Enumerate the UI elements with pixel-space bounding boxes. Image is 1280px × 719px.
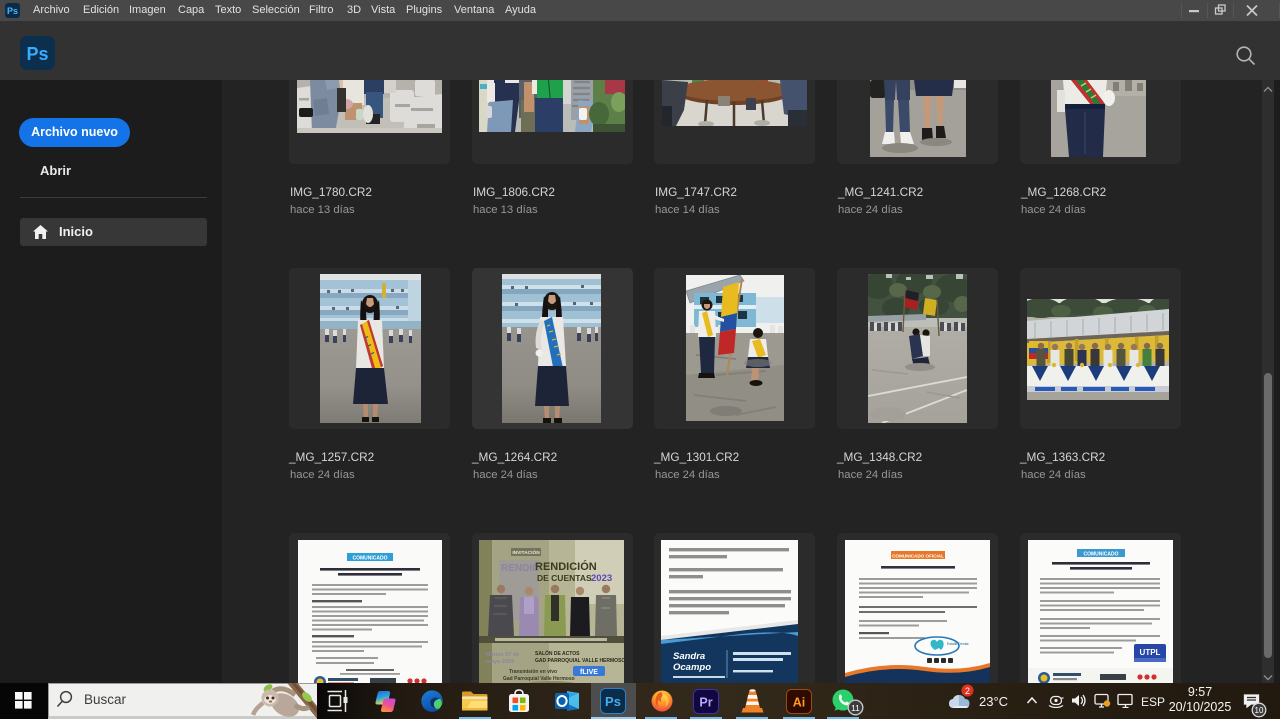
svg-text:GAD PARROQUIAL VALLE HERMOSO: GAD PARROQUIAL VALLE HERMOSO [535,658,624,664]
svg-text:Martes 07 de: Martes 07 de [486,652,519,658]
svg-text:Ps: Ps [26,44,48,64]
svg-text:DE CUENTAS: DE CUENTAS [537,573,592,583]
svg-text:Pr: Pr [699,696,712,710]
svg-text:10: 10 [1255,706,1264,715]
svg-text:Estalik Dental: Estalik Dental [947,642,969,646]
svg-text:2: 2 [965,686,970,696]
svg-text:Ai: Ai [793,696,806,710]
svg-text:Sandra: Sandra [673,651,705,662]
svg-text:RENDICIÓN: RENDICIÓN [535,560,597,573]
svg-text:Ps: Ps [605,694,621,709]
svg-text:COMUNICADO: COMUNICADO [353,556,388,562]
svg-text:RENDIC: RENDIC [501,563,539,574]
svg-text:Transmisión en vivo: Transmisión en vivo [509,669,557,675]
svg-text:2023: 2023 [591,573,612,584]
svg-text:COMUNICADO: COMUNICADO [1084,552,1119,558]
svg-text:mayo 2025: mayo 2025 [486,659,514,665]
svg-text:Ps: Ps [7,6,18,16]
svg-text:COMUNICADO OFICIAL: COMUNICADO OFICIAL [892,554,944,559]
svg-text:SALÓN DE ACTOS: SALÓN DE ACTOS [535,649,580,657]
svg-text:Ocampo: Ocampo [673,662,711,673]
svg-text:fLIVE: fLIVE [580,669,598,676]
svg-text:Gad Parroquial Valle Hermoso: Gad Parroquial Valle Hermoso [503,676,575,682]
svg-text:UTPL: UTPL [1140,648,1161,657]
svg-text:11: 11 [851,703,860,713]
